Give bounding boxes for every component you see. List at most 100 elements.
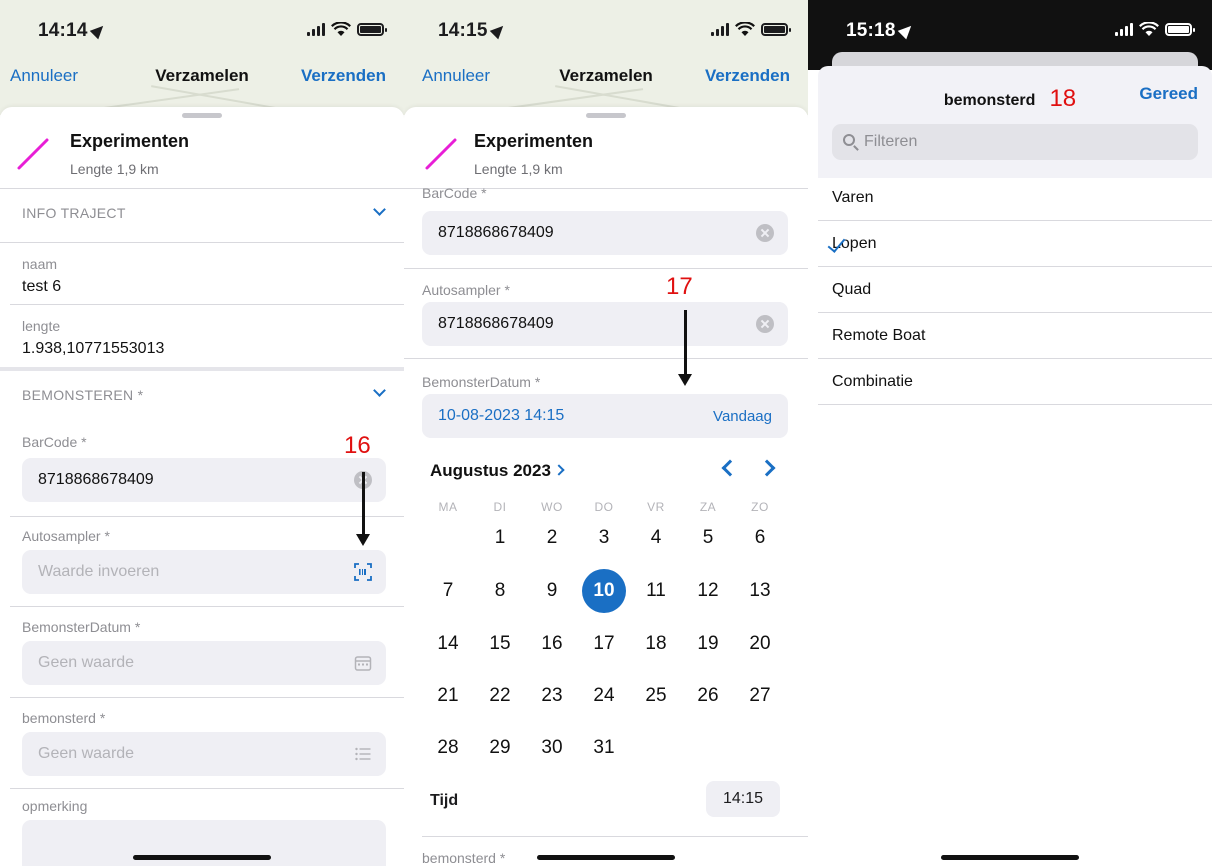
calendar-day[interactable]: 23	[530, 674, 574, 718]
weekday-label: ZO	[751, 500, 769, 514]
calendar-day[interactable]: 30	[530, 726, 574, 770]
today-button[interactable]: Vandaag	[713, 408, 772, 425]
autosampler-field[interactable]: 8718868678409	[422, 302, 788, 346]
wifi-icon	[331, 22, 351, 36]
autosampler-label: Autosampler *	[22, 528, 110, 544]
divider	[422, 836, 808, 837]
naam-value: test 6	[22, 278, 62, 295]
battery-icon	[1165, 23, 1195, 36]
bemonsterdatum-field[interactable]: 10-08-2023 14:15 Vandaag	[422, 394, 788, 438]
barcode-field[interactable]: 8718868678409	[422, 211, 788, 255]
barcode-value: 8718868678409	[38, 471, 154, 488]
opmerking-label: opmerking	[22, 798, 88, 814]
divider	[0, 188, 404, 189]
option-item[interactable]: Remote Boat	[818, 313, 1212, 359]
calendar-day[interactable]: 2	[530, 516, 574, 560]
time-picker-button[interactable]: 14:15	[706, 781, 780, 817]
option-item[interactable]: Lopen	[818, 221, 1212, 267]
calendar-day[interactable]: 13	[738, 569, 782, 613]
calendar-day[interactable]: 12	[686, 569, 730, 613]
polyline-feature-icon	[17, 138, 49, 170]
bemonsterdatum-placeholder: Geen waarde	[38, 654, 135, 671]
calendar-day[interactable]: 8	[478, 569, 522, 613]
lengte-label: lengte	[22, 318, 61, 334]
calendar-day[interactable]: 24	[582, 674, 626, 718]
signal-icon	[1115, 23, 1133, 36]
divider	[10, 697, 404, 698]
calendar-day[interactable]: 31	[582, 726, 626, 770]
calendar-day[interactable]: 22	[478, 674, 522, 718]
status-time: 14:15	[438, 20, 508, 42]
time-label: Tijd	[430, 792, 459, 809]
calendar-day[interactable]: 29	[478, 726, 522, 770]
calendar-day[interactable]: 11	[634, 569, 678, 613]
calendar-day[interactable]: 4	[634, 516, 678, 560]
calendar-day[interactable]: 28	[426, 726, 470, 770]
naam-label: naam	[22, 256, 58, 272]
calendar-day[interactable]: 3	[582, 516, 626, 560]
sheet-background-card	[832, 52, 1198, 66]
done-button[interactable]: Gereed	[1139, 84, 1198, 104]
filter-input[interactable]	[864, 124, 1071, 160]
autosampler-field[interactable]: Waarde invoeren	[22, 550, 386, 594]
annotation-arrow	[356, 472, 370, 546]
screen-date-picker: 14:15 Verzamelen Annuleer Verzenden Expe…	[404, 0, 808, 866]
calendar-day[interactable]: 6	[738, 516, 782, 560]
option-item[interactable]: Varen	[818, 175, 1212, 221]
cancel-button[interactable]: Annuleer	[10, 66, 78, 86]
calendar-day[interactable]: 5	[686, 516, 730, 560]
chevron-right-icon	[553, 464, 565, 476]
nav-bar: Verzamelen Annuleer Verzenden	[404, 58, 808, 98]
screen-choice-list: 15:18 bemonsterd18 Gereed VarenLopenQuad…	[808, 0, 1212, 866]
sheet-grabber[interactable]	[586, 113, 626, 118]
calendar-month-button[interactable]: Augustus 2023	[430, 461, 565, 481]
calendar-day[interactable]: 20	[738, 622, 782, 666]
send-button[interactable]: Verzenden	[705, 66, 790, 86]
barcode-label: BarCode *	[422, 188, 487, 200]
section-bemonsteren[interactable]: BEMONSTEREN *	[22, 387, 143, 403]
option-item[interactable]: Quad	[818, 267, 1212, 313]
divider	[0, 242, 404, 243]
screen-form-collapsed: 14:14 Verzamelen Annuleer Verzenden Expe…	[0, 0, 404, 866]
calendar-day[interactable]: 17	[582, 622, 626, 666]
search-icon	[843, 134, 855, 146]
location-arrow-icon	[489, 21, 508, 40]
calendar-day[interactable]: 9	[530, 569, 574, 613]
barcode-field[interactable]: 8718868678409	[22, 458, 386, 502]
calendar-day[interactable]: 19	[686, 622, 730, 666]
weekday-label: MA	[438, 500, 458, 514]
section-info-traject[interactable]: INFO TRAJECT	[22, 205, 126, 221]
divider	[10, 304, 404, 305]
barcode-scan-icon[interactable]	[354, 563, 372, 581]
bemonsterdatum-value: 10-08-2023 14:15	[438, 407, 565, 424]
divider	[0, 367, 404, 371]
calendar-day[interactable]: 26	[686, 674, 730, 718]
status-time: 14:14	[38, 20, 108, 42]
calendar-day[interactable]: 14	[426, 622, 470, 666]
annotation-number: 18	[1049, 85, 1077, 112]
sheet-grabber[interactable]	[182, 113, 222, 118]
calendar-day-selected[interactable]: 10	[582, 569, 626, 613]
bemonsterd-field[interactable]: Geen waarde	[22, 732, 386, 776]
calendar-day[interactable]: 7	[426, 569, 470, 613]
clear-icon[interactable]	[756, 315, 774, 333]
option-item[interactable]: Combinatie	[818, 359, 1212, 405]
bemonsterd-label: bemonsterd *	[422, 850, 506, 866]
calendar-day[interactable]: 25	[634, 674, 678, 718]
calendar-day[interactable]: 15	[478, 622, 522, 666]
calendar-day[interactable]: 27	[738, 674, 782, 718]
option-label: Quad	[832, 281, 872, 298]
bemonsterd-placeholder: Geen waarde	[38, 745, 135, 762]
filter-search-field[interactable]	[832, 124, 1198, 160]
bemonsterdatum-field[interactable]: Geen waarde	[22, 641, 386, 685]
calendar-day[interactable]: 1	[478, 516, 522, 560]
signal-icon	[711, 23, 729, 36]
calendar-day[interactable]: 18	[634, 622, 678, 666]
nav-bar: Verzamelen Annuleer Verzenden	[0, 58, 404, 98]
cancel-button[interactable]: Annuleer	[422, 66, 490, 86]
send-button[interactable]: Verzenden	[301, 66, 386, 86]
calendar-day[interactable]: 16	[530, 622, 574, 666]
location-arrow-icon	[89, 21, 108, 40]
calendar-day[interactable]: 21	[426, 674, 470, 718]
clear-icon[interactable]	[756, 224, 774, 242]
